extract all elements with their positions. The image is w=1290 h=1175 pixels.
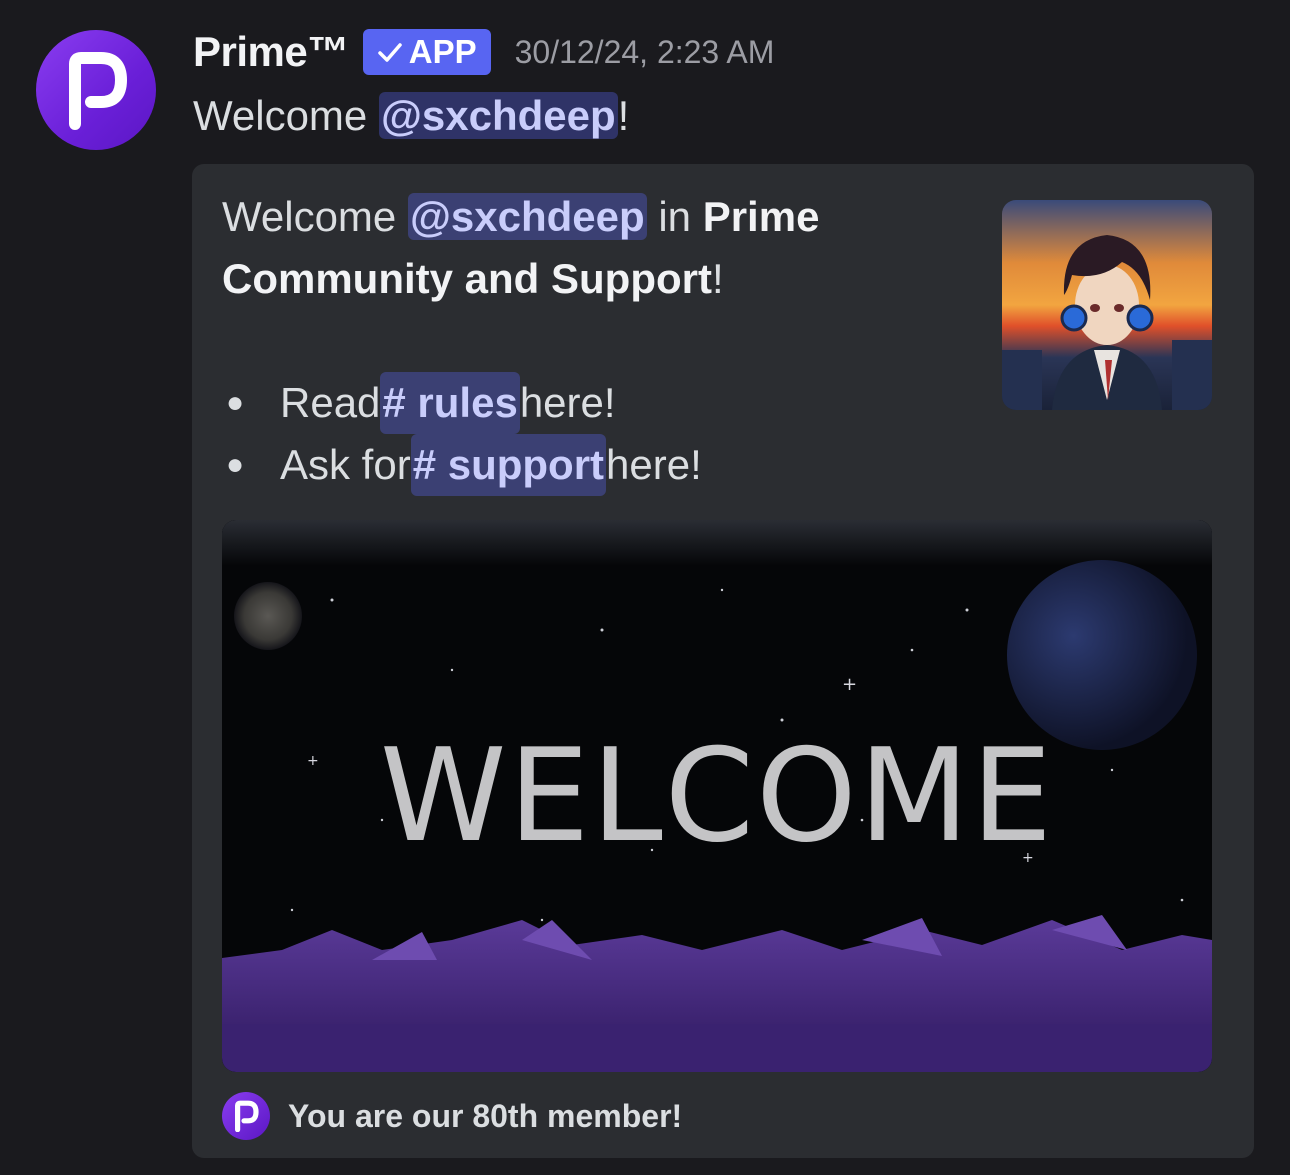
author-name[interactable]: Prime™ xyxy=(193,28,349,76)
message-text-suffix: ! xyxy=(617,92,630,139)
embed-desc-welcome: Welcome xyxy=(222,193,408,240)
prime-logo-icon xyxy=(69,52,127,130)
user-mention[interactable]: @sxchdeep xyxy=(378,92,618,139)
embed-footer: You are our 80th member! xyxy=(222,1092,682,1140)
embed-user-mention[interactable]: @sxchdeep xyxy=(407,193,647,240)
welcome-banner-image[interactable]: + + + WELCOME xyxy=(222,520,1212,1072)
bullet-text: here! xyxy=(519,379,616,426)
bullet-text: here! xyxy=(606,441,702,488)
svg-text:+: + xyxy=(307,753,319,769)
embed-bullet-list: ● Read # rules here! ● Ask for # support… xyxy=(222,372,702,496)
banner-welcome-text: WELCOME xyxy=(380,722,1054,871)
svg-text:+: + xyxy=(842,674,857,695)
app-badge-label: APP xyxy=(408,33,477,70)
list-item: ● Read # rules here! xyxy=(222,372,702,434)
welcome-banner-art: + + + WELCOME xyxy=(222,520,1212,1072)
list-item: ● Ask for # support here! xyxy=(222,434,702,496)
bullet-icon: ● xyxy=(226,386,245,419)
channel-link-support[interactable]: # support xyxy=(410,434,607,496)
bullet-text: Read xyxy=(280,379,381,426)
app-badge: APP xyxy=(362,29,491,75)
author-avatar[interactable] xyxy=(36,30,156,150)
message-content: Welcome @sxchdeep! xyxy=(193,90,629,142)
user-avatar-thumbnail[interactable] xyxy=(1002,200,1212,410)
embed-description: Welcome @sxchdeep in Prime Community and… xyxy=(222,186,942,310)
footer-prime-logo-icon xyxy=(222,1092,270,1140)
channel-link-rules[interactable]: # rules xyxy=(380,372,520,434)
message-text-prefix: Welcome xyxy=(193,92,379,139)
message-header: Prime™ APP 30/12/24, 2:23 AM xyxy=(193,28,774,76)
message-timestamp: 30/12/24, 2:23 AM xyxy=(514,33,775,70)
footer-text: You are our 80th member! xyxy=(288,1097,683,1134)
welcome-embed: Welcome @sxchdeep in Prime Community and… xyxy=(192,164,1254,1158)
embed-desc-end: ! xyxy=(711,255,724,302)
bullet-icon: ● xyxy=(226,448,245,481)
checkmark-icon xyxy=(377,43,402,62)
embed-desc-in: in xyxy=(646,193,703,240)
bullet-text: Ask for xyxy=(280,441,411,488)
anime-avatar-image xyxy=(1002,200,1212,410)
